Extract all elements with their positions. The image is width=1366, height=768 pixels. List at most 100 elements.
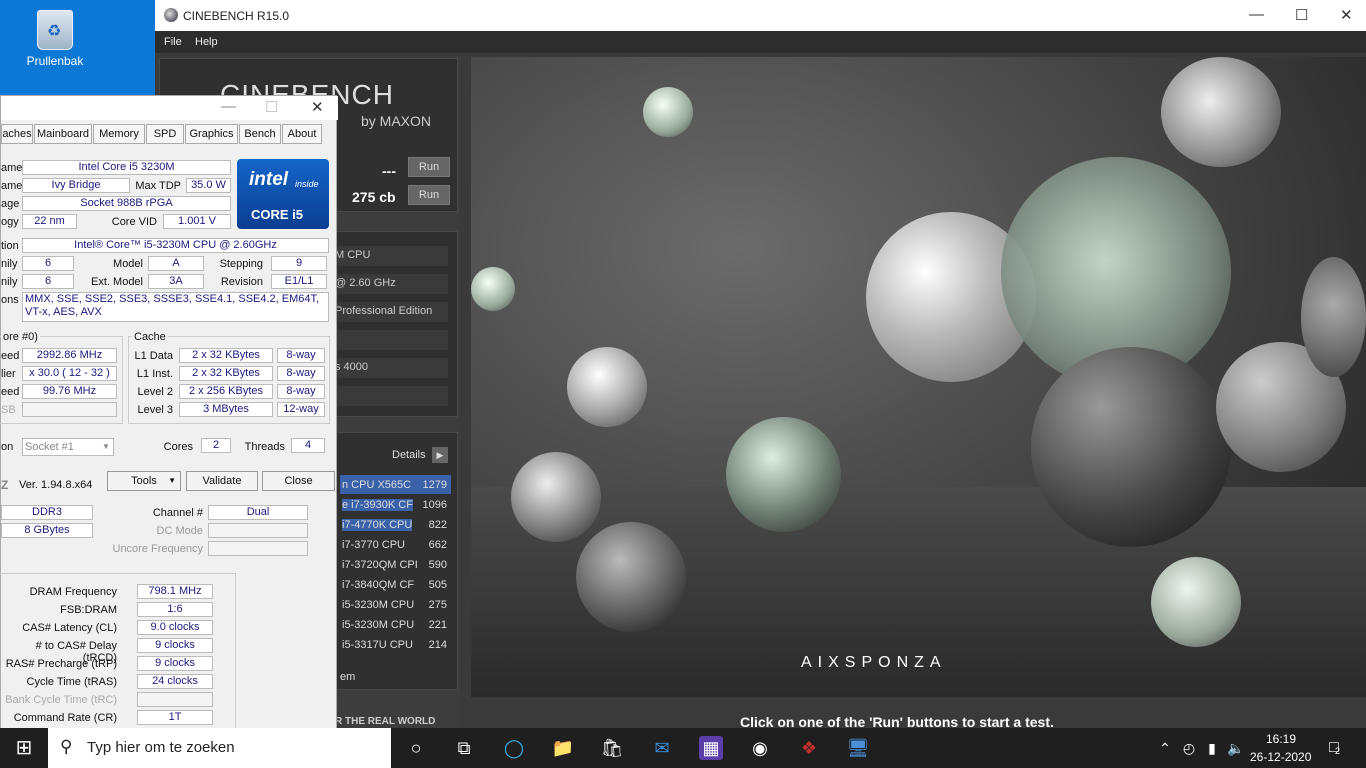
specification-label: tion (1, 240, 19, 252)
details-arrow-icon[interactable]: ▶ (432, 447, 448, 463)
volume-icon[interactable]: 🔈 (1224, 736, 1248, 760)
validate-button[interactable]: Validate (186, 471, 258, 491)
cache-row-size: 2 x 256 KBytes (179, 384, 273, 399)
ranking-row[interactable]: i5-3230M CPU 275 (340, 595, 451, 614)
uncore-label: Uncore Frequency (112, 543, 204, 555)
chevron-up-icon[interactable]: ⌃ (1153, 736, 1177, 760)
mint-small-sphere (643, 87, 693, 137)
close-icon[interactable]: ✕ (1340, 6, 1353, 24)
cpuz-titlebar[interactable]: — ☐ ✕ (1, 96, 338, 120)
network-icon[interactable]: ◴ (1177, 736, 1201, 760)
memory-type-value: DDR3 (1, 505, 93, 520)
technology-label: ogy (1, 216, 19, 228)
uncore-value (208, 541, 308, 556)
cores-value: 2 (201, 438, 231, 453)
chevron-down-icon[interactable]: ▼ (102, 442, 110, 451)
ranking-row[interactable]: n CPU X565C 1279 (340, 475, 451, 494)
pattern-sphere (726, 417, 841, 532)
mail-icon[interactable]: ✉ (650, 736, 674, 760)
chevron-down-icon: ▼ (168, 476, 176, 485)
cache-group-title: Cache (132, 331, 168, 343)
timing-value: 24 clocks (137, 674, 213, 689)
store-icon[interactable]: 🛍 (600, 736, 624, 760)
ranking-row[interactable]: i7-4770K CPU 822 (340, 515, 451, 534)
cores-label: Cores (163, 441, 193, 453)
menu-help[interactable]: Help (195, 36, 218, 48)
ranking-row[interactable]: i5-3230M CPU 221 (340, 615, 451, 634)
menu-file[interactable]: File (164, 36, 182, 48)
extmodel-label: Ext. Model (91, 276, 143, 288)
tab-memory[interactable]: Memory (93, 124, 145, 144)
task-view-icon[interactable]: ⧉ (452, 736, 476, 760)
maxtdp-value: 35.0 W (186, 178, 231, 193)
recycle-bin-icon[interactable]: Prullenbak (10, 6, 100, 76)
clock-date[interactable]: 26-12-2020 (1250, 750, 1311, 764)
scene-brand: AIXSPONZA (801, 654, 947, 671)
search-box[interactable]: ⚲ Typ hier om te zoeken (48, 728, 391, 768)
monitor-taskbar-icon[interactable]: 🖥 (846, 736, 870, 760)
multiplier-label: lier (1, 368, 16, 380)
ranking-row[interactable]: i7-3770 CPU 662 (340, 535, 451, 554)
timing-label: FSB:DRAM (60, 604, 117, 616)
tab-graphics[interactable]: Graphics (185, 124, 238, 144)
tab-bench[interactable]: Bench (239, 124, 281, 144)
app-taskbar-icon[interactable]: ❖ (797, 736, 821, 760)
run-opengl-button[interactable]: Run (408, 157, 450, 177)
ranking-row[interactable]: i7-3720QM CPI 590 (340, 555, 451, 574)
cache-row-way: 8-way (277, 384, 325, 399)
tab-about[interactable]: About (282, 124, 322, 144)
dc-mode-label: DC Mode (156, 525, 203, 537)
info-gfx: s 4000 (335, 358, 448, 378)
info-os: Professional Edition (335, 302, 448, 322)
close-icon[interactable]: ✕ (311, 98, 324, 116)
battery-icon[interactable]: ▮ (1200, 736, 1224, 760)
model-label: Model (113, 258, 143, 270)
timing-value: 798.1 MHz (137, 584, 213, 599)
cortana-icon[interactable]: ○ (404, 736, 428, 760)
cinebench-taskbar-icon[interactable]: ◉ (748, 736, 772, 760)
minimize-icon[interactable]: — (1249, 6, 1264, 23)
timing-label: DRAM Frequency (29, 586, 117, 598)
edge-sphere (1301, 257, 1366, 377)
minimize-icon[interactable]: — (221, 98, 236, 115)
bus-speed-label: eed (1, 386, 20, 398)
run-cpu-button[interactable]: Run (408, 185, 450, 205)
core-speed-value: 2992.86 MHz (22, 348, 117, 363)
timing-value: 1T (137, 710, 213, 725)
timing-label: CAS# Latency (CL) (22, 622, 117, 634)
tab-mainboard[interactable]: Mainboard (34, 124, 92, 144)
tools-button[interactable]: Tools ▼ (107, 471, 181, 491)
cache-row-size: 2 x 32 KBytes (179, 366, 273, 381)
ranking-row[interactable]: i5-3317U CPU 214 (340, 635, 451, 654)
tab-spd[interactable]: SPD (146, 124, 184, 144)
lace-sphere (511, 452, 601, 542)
close-button[interactable]: Close (262, 471, 335, 491)
channel-value: Dual (208, 505, 308, 520)
clock-time[interactable]: 16:19 (1266, 732, 1296, 746)
edge-icon[interactable]: ◯ (502, 736, 526, 760)
rated-fsb-value (22, 402, 117, 417)
info-cb-version (335, 330, 448, 350)
multiplier-value: x 30.0 ( 12 - 32 ) (22, 366, 117, 381)
file-explorer-icon[interactable]: 📁 (551, 736, 575, 760)
channel-label: Channel # (152, 507, 203, 519)
cache-row-size: 3 MBytes (179, 402, 273, 417)
maximize-icon[interactable]: ☐ (265, 98, 278, 116)
notification-count: 2 (1335, 746, 1341, 756)
technology-value: 22 nm (22, 214, 77, 229)
cinebench-titlebar[interactable]: CINEBENCH R15.0 — ☐ ✕ (155, 0, 1366, 31)
windows-start-icon[interactable]: ⊞ (12, 736, 36, 760)
cpuz-taskbar-icon[interactable]: ▦ (699, 736, 723, 760)
revision-label: Revision (220, 276, 263, 288)
selection-label: on (1, 441, 14, 453)
ranking-row[interactable]: i7-3840QM CF 505 (340, 575, 451, 594)
tab-caches[interactable]: aches (1, 124, 33, 144)
maxtdp-label: Max TDP (135, 180, 181, 192)
ranking-row[interactable]: e i7-3930K CF 1096 (340, 495, 451, 514)
notification-icon[interactable]: □ (1322, 736, 1346, 760)
socket-select[interactable]: Socket #1 (22, 438, 114, 456)
timing-value: 9 clocks (137, 638, 213, 653)
cache-row-way: 12-way (277, 402, 325, 417)
maximize-icon[interactable]: ☐ (1295, 6, 1308, 24)
ranking-footer[interactable]: em (340, 671, 355, 683)
